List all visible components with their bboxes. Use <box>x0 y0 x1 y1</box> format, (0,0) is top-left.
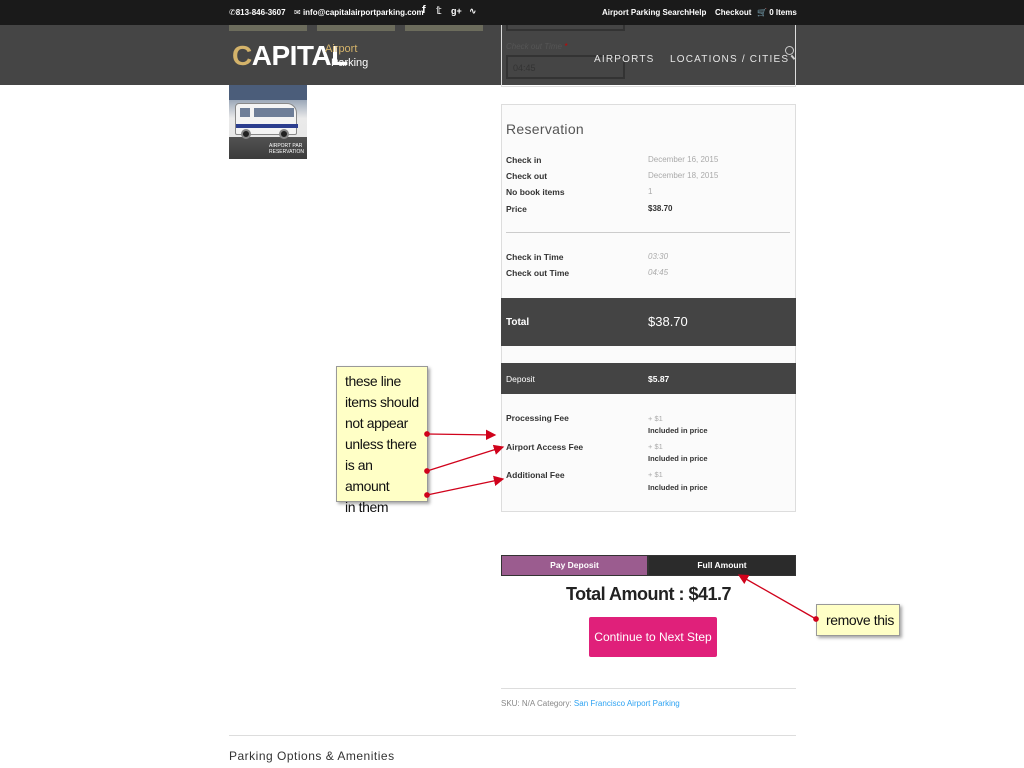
arrow-to-airport-access-fee <box>426 444 505 472</box>
arrow-to-additional-fee <box>426 475 505 496</box>
arrow-anchor-dot <box>813 616 819 622</box>
annotation-arrows <box>424 429 819 622</box>
arrow-to-processing-fee <box>426 429 497 441</box>
arrow-to-full-amount <box>737 574 817 620</box>
arrow-anchor-dot <box>424 468 430 474</box>
arrow-anchor-dot <box>424 492 430 498</box>
arrow-anchor-dot <box>424 431 430 437</box>
